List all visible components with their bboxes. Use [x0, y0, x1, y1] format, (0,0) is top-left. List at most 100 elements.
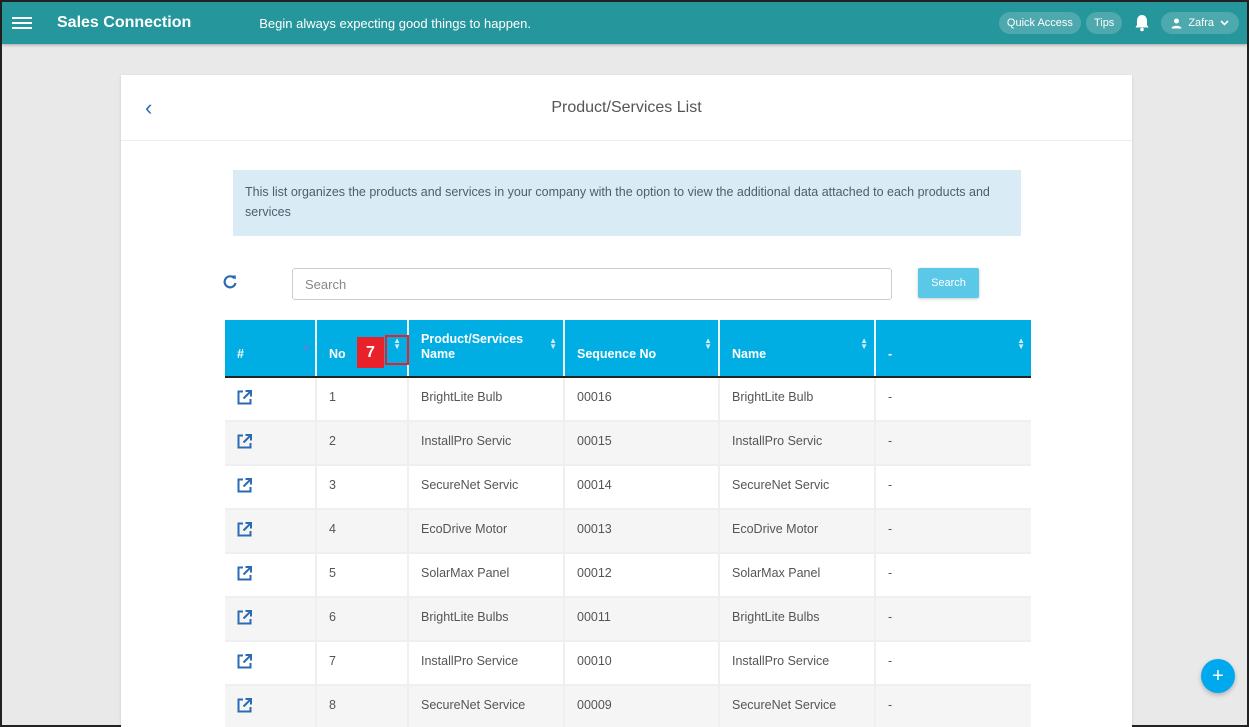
sort-icon[interactable]: ▲ ▼ — [860, 337, 868, 351]
cell-product-name: InstallPro Service — [408, 641, 565, 686]
cell-no: 6 — [316, 597, 409, 642]
cell-extra: - — [875, 421, 1031, 466]
app-title[interactable]: Sales Connection — [57, 14, 191, 32]
row-action-cell — [225, 421, 317, 466]
sort-icon[interactable]: ▲ ▼ — [549, 337, 557, 351]
cell-product-name: SecureNet Servic — [408, 465, 565, 510]
column-header-index[interactable]: # ▲ — [225, 320, 317, 378]
sort-icon[interactable]: ▲ ▼ — [1017, 337, 1025, 351]
tips-button[interactable]: Tips — [1085, 12, 1123, 34]
card-header: ‹ Product/Services List — [121, 75, 1132, 141]
search-button[interactable]: Search — [918, 268, 979, 298]
cell-extra: - — [875, 377, 1031, 422]
cell-name: SolarMax Panel — [719, 553, 876, 598]
top-right-actions: Quick Access Tips Zafra — [994, 12, 1239, 34]
table-header-row: # ▲ No ▲ ▼ 7 Product/Services Name ▲ ▼ Seq… — [225, 320, 1031, 378]
table-row: 3 SecureNet Servic 00014 SecureNet Servi… — [225, 465, 1031, 510]
cell-name: InstallPro Service — [719, 641, 876, 686]
row-action-cell — [225, 685, 317, 727]
annotation-badge: 7 — [357, 337, 384, 368]
row-action-cell — [225, 377, 317, 422]
cell-name: SecureNet Service — [719, 685, 876, 727]
notification-bell-icon[interactable] — [1134, 14, 1150, 32]
cell-extra: - — [875, 641, 1031, 686]
open-external-icon[interactable] — [237, 522, 252, 537]
cell-extra: - — [875, 509, 1031, 554]
cell-no: 8 — [316, 685, 409, 727]
user-menu-button[interactable]: Zafra — [1161, 12, 1239, 34]
cell-name: InstallPro Servic — [719, 421, 876, 466]
table-row: 5 SolarMax Panel 00012 SolarMax Panel - — [225, 553, 1031, 598]
sort-asc-icon[interactable]: ▲ — [302, 340, 309, 355]
table-row: 2 InstallPro Servic 00015 InstallPro Ser… — [225, 421, 1031, 466]
hamburger-menu-icon[interactable] — [12, 14, 32, 32]
plus-icon: + — [1212, 664, 1224, 687]
cell-sequence-no: 00016 — [564, 377, 720, 422]
cell-product-name: BrightLite Bulbs — [408, 597, 565, 642]
search-input[interactable] — [292, 268, 892, 300]
product-services-card: ‹ Product/Services List This list organi… — [121, 75, 1132, 727]
cell-sequence-no: 00015 — [564, 421, 720, 466]
cell-product-name: EcoDrive Motor — [408, 509, 565, 554]
open-external-icon[interactable] — [237, 610, 252, 625]
cell-sequence-no: 00012 — [564, 553, 720, 598]
top-bar: Sales Connection Begin always expecting … — [2, 2, 1247, 44]
back-chevron-icon[interactable]: ‹ — [145, 95, 152, 121]
table-row: 4 EcoDrive Motor 00013 EcoDrive Motor - — [225, 509, 1031, 554]
page-title: Product/Services List — [551, 98, 702, 116]
cell-sequence-no: 00010 — [564, 641, 720, 686]
column-header-no[interactable]: No ▲ ▼ 7 — [316, 320, 409, 378]
cell-no: 2 — [316, 421, 409, 466]
open-external-icon[interactable] — [237, 390, 252, 405]
motto-text: Begin always expecting good things to ha… — [259, 15, 531, 31]
row-action-cell — [225, 553, 317, 598]
cell-sequence-no: 00013 — [564, 509, 720, 554]
cell-no: 4 — [316, 509, 409, 554]
column-header-extra[interactable]: - ▲ ▼ — [875, 320, 1031, 378]
open-external-icon[interactable] — [237, 434, 252, 449]
cell-name: SecureNet Servic — [719, 465, 876, 510]
cell-name: BrightLite Bulb — [719, 377, 876, 422]
open-external-icon[interactable] — [237, 566, 252, 581]
cell-product-name: BrightLite Bulb — [408, 377, 565, 422]
column-header-name[interactable]: Name ▲ ▼ — [719, 320, 876, 378]
open-external-icon[interactable] — [237, 698, 252, 713]
table-row: 8 SecureNet Service 00009 SecureNet Serv… — [225, 685, 1031, 727]
sort-icon[interactable]: ▲ ▼ — [704, 337, 712, 351]
cell-no: 5 — [316, 553, 409, 598]
cell-name: BrightLite Bulbs — [719, 597, 876, 642]
cell-extra: - — [875, 553, 1031, 598]
cell-sequence-no: 00009 — [564, 685, 720, 727]
chevron-down-icon — [1220, 20, 1229, 26]
cell-extra: - — [875, 597, 1031, 642]
cell-product-name: SolarMax Panel — [408, 553, 565, 598]
column-header-sequence-no[interactable]: Sequence No ▲ ▼ — [564, 320, 720, 378]
add-fab-button[interactable]: + — [1201, 659, 1235, 693]
open-external-icon[interactable] — [237, 478, 252, 493]
cell-product-name: SecureNet Service — [408, 685, 565, 727]
info-banner: This list organizes the products and ser… — [233, 170, 1021, 236]
cell-sequence-no: 00014 — [564, 465, 720, 510]
cell-no: 7 — [316, 641, 409, 686]
refresh-icon[interactable] — [223, 274, 237, 289]
row-action-cell — [225, 509, 317, 554]
column-header-product-name[interactable]: Product/Services Name ▲ ▼ — [408, 320, 565, 378]
cell-extra: - — [875, 685, 1031, 727]
row-action-cell — [225, 597, 317, 642]
row-action-cell — [225, 465, 317, 510]
cell-name: EcoDrive Motor — [719, 509, 876, 554]
table-row: 7 InstallPro Service 00010 InstallPro Se… — [225, 641, 1031, 686]
quick-access-button[interactable]: Quick Access — [998, 12, 1081, 34]
cell-extra: - — [875, 465, 1031, 510]
cell-sequence-no: 00011 — [564, 597, 720, 642]
user-name: Zafra — [1188, 17, 1214, 29]
open-external-icon[interactable] — [237, 654, 252, 669]
user-icon — [1171, 18, 1182, 28]
row-action-cell — [225, 641, 317, 686]
product-services-table: # ▲ No ▲ ▼ 7 Product/Services Name ▲ ▼ Seq… — [225, 320, 1031, 727]
annotation-highlight-box — [385, 335, 409, 365]
cell-no: 3 — [316, 465, 409, 510]
cell-product-name: InstallPro Servic — [408, 421, 565, 466]
table-row: 6 BrightLite Bulbs 00011 BrightLite Bulb… — [225, 597, 1031, 642]
table-row: 1 BrightLite Bulb 00016 BrightLite Bulb … — [225, 377, 1031, 422]
